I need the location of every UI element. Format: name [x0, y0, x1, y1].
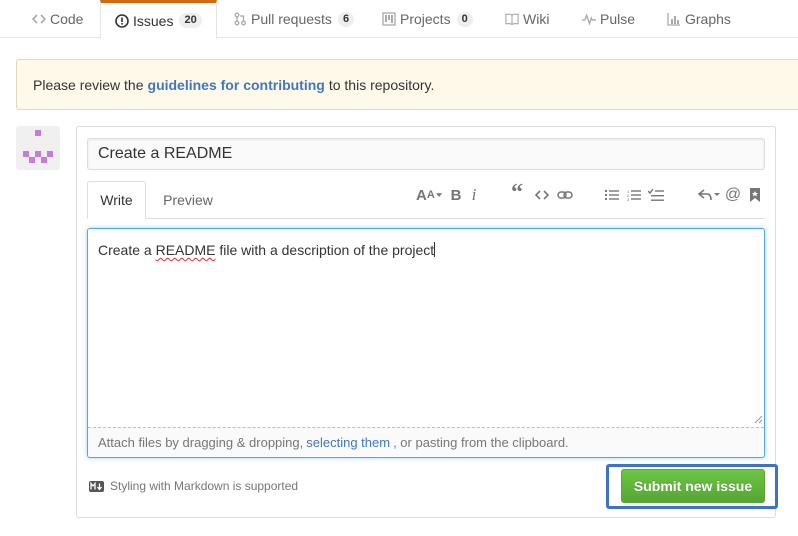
italic-icon[interactable]: i [469, 185, 479, 205]
submit-new-issue-button[interactable]: Submit new issue [621, 469, 765, 503]
task-list-icon[interactable] [647, 185, 665, 205]
resize-handle-icon[interactable] [754, 415, 763, 424]
drop-zone-prefix: Attach files by dragging & dropping, [98, 435, 304, 450]
drop-zone-suffix: , or pasting from the clipboard. [393, 435, 569, 450]
tab-issues[interactable]: Issues 20 [100, 0, 217, 39]
contributing-notice: Please review the guidelines for contrib… [16, 59, 798, 110]
tab-preview[interactable]: Preview [148, 181, 228, 219]
tab-pulse[interactable]: Pulse [582, 0, 635, 38]
bookmark-icon[interactable] [749, 185, 761, 205]
tab-issues-label: Issues [133, 12, 174, 29]
unordered-list-icon[interactable] [604, 185, 620, 205]
notice-suffix: to this repository. [328, 76, 435, 93]
tab-projects-label: Projects [400, 11, 451, 27]
tab-code[interactable]: Code [32, 0, 83, 38]
markdown-note-text: Styling with Markdown is supported [110, 479, 299, 493]
ordered-list-icon[interactable]: 123 [626, 185, 642, 205]
pull-requests-count: 6 [337, 11, 355, 27]
issue-body-text[interactable]: Create a README file with a description … [98, 242, 436, 258]
graph-icon [667, 12, 681, 26]
markdown-icon [89, 480, 104, 492]
notice-prefix: Please review the [33, 76, 144, 93]
git-pull-request-icon [233, 12, 247, 26]
select-files-link[interactable]: selecting them [306, 435, 390, 450]
reply-icon[interactable] [697, 185, 721, 205]
tab-wiki[interactable]: Wiki [505, 0, 549, 38]
code-icon[interactable] [534, 185, 550, 205]
project-icon [382, 12, 396, 26]
avatar[interactable] [16, 126, 60, 170]
tab-wiki-label: Wiki [523, 11, 550, 27]
tab-pull-requests[interactable]: Pull requests 6 [233, 0, 355, 38]
file-drop-zone[interactable]: Attach files by dragging & dropping, sel… [88, 427, 764, 457]
tab-divider [87, 218, 765, 219]
tab-graphs[interactable]: Graphs [667, 0, 731, 38]
tab-pulse-label: Pulse [600, 11, 636, 27]
mention-icon[interactable]: @ [725, 185, 741, 205]
projects-count: 0 [456, 11, 473, 27]
bold-icon[interactable]: B [450, 185, 462, 205]
repo-tab-nav: Code Issues 20 Pull requests 6 Projects … [0, 0, 798, 39]
issue-opened-icon [115, 13, 129, 28]
tab-code-label: Code [50, 11, 84, 27]
pulse-icon [582, 12, 596, 26]
body-text-after: file with a description of the project [215, 242, 435, 258]
body-text-before: Create a [98, 242, 156, 258]
tab-projects[interactable]: Projects 0 [382, 0, 473, 38]
header-icon[interactable]: AA [416, 185, 442, 205]
tab-graphs-label: Graphs [685, 11, 731, 27]
tab-write[interactable]: Write [87, 181, 146, 219]
link-icon[interactable] [556, 185, 574, 205]
markdown-help-link[interactable]: Styling with Markdown is supported [89, 477, 298, 495]
quote-icon[interactable]: “ [509, 180, 525, 206]
issue-body-editor[interactable]: Create a README file with a description … [87, 228, 765, 458]
svg-text:3: 3 [627, 197, 630, 201]
contributing-guidelines-link[interactable]: guidelines for contributing [148, 77, 325, 93]
code-icon [32, 12, 46, 26]
book-icon [505, 12, 519, 26]
issues-count: 20 [179, 13, 202, 28]
tab-pull-requests-label: Pull requests [251, 11, 332, 27]
misspelled-word: README [155, 242, 216, 258]
issue-title-input[interactable] [87, 138, 765, 170]
text-caret [434, 242, 436, 257]
